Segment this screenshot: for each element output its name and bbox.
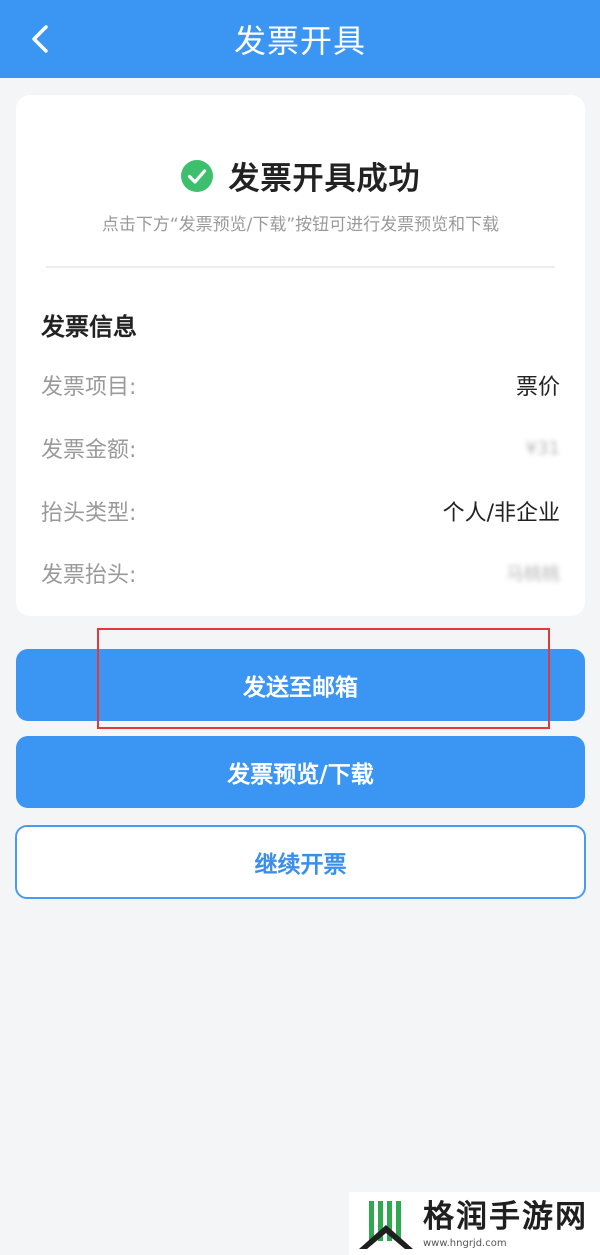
info-label-header-type: 抬头类型: [41,501,137,526]
info-label-amount: 发票金额: [41,438,137,463]
divider [46,266,555,268]
preview-download-button[interactable]: 发票预览/下载 [16,736,585,808]
info-value-header-type: 个人/非企业 [442,501,560,526]
info-value-item: 票价 [515,375,560,400]
info-row-amount: 发票金额: ¥31 [41,433,560,464]
info-value-amount: ¥31 [525,437,560,459]
watermark-url: www.hngrjd.com [423,1237,507,1249]
invoice-info-title: 发票信息 [41,313,137,341]
success-hint: 点击下方“发票预览/下载”按钮可进行发票预览和下载 [101,215,500,235]
send-to-email-button[interactable]: 发送至邮箱 [16,649,585,721]
info-value-invoice-title: 马桃桃 [506,564,560,585]
success-title: 发票开具成功 [228,161,421,197]
chevron-left-icon [32,25,48,53]
info-label-invoice-title: 发票抬头: [41,563,137,588]
site-logo-icon [355,1194,417,1253]
watermark-name: 格润手游网 [423,1198,588,1235]
continue-invoicing-button[interactable]: 继续开票 [15,825,586,899]
info-row-header-type: 抬头类型: 个人/非企业 [41,496,560,526]
info-row-item: 发票项目: 票价 [41,370,560,400]
app-header: 发票开具 [0,0,600,78]
invoice-result-card: 发票开具成功 点击下方“发票预览/下载”按钮可进行发票预览和下载 发票信息 发票… [16,95,585,616]
watermark-text: 格润手游网 www.hngrjd.com [423,1197,588,1251]
check-circle-icon [180,159,213,192]
info-label-item: 发票项目: [41,375,137,400]
info-row-invoice-title: 发票抬头: 马桃桃 [41,558,560,588]
success-row: 发票开具成功 [16,153,585,198]
page-title: 发票开具 [233,22,366,60]
site-watermark: 格润手游网 www.hngrjd.com [349,1192,600,1255]
invoice-success-page: 发票开具 发票开具成功 点击下方“发票预览/下载”按钮可进行发票预览和下载 发票… [0,0,600,1255]
back-button[interactable] [22,20,58,58]
